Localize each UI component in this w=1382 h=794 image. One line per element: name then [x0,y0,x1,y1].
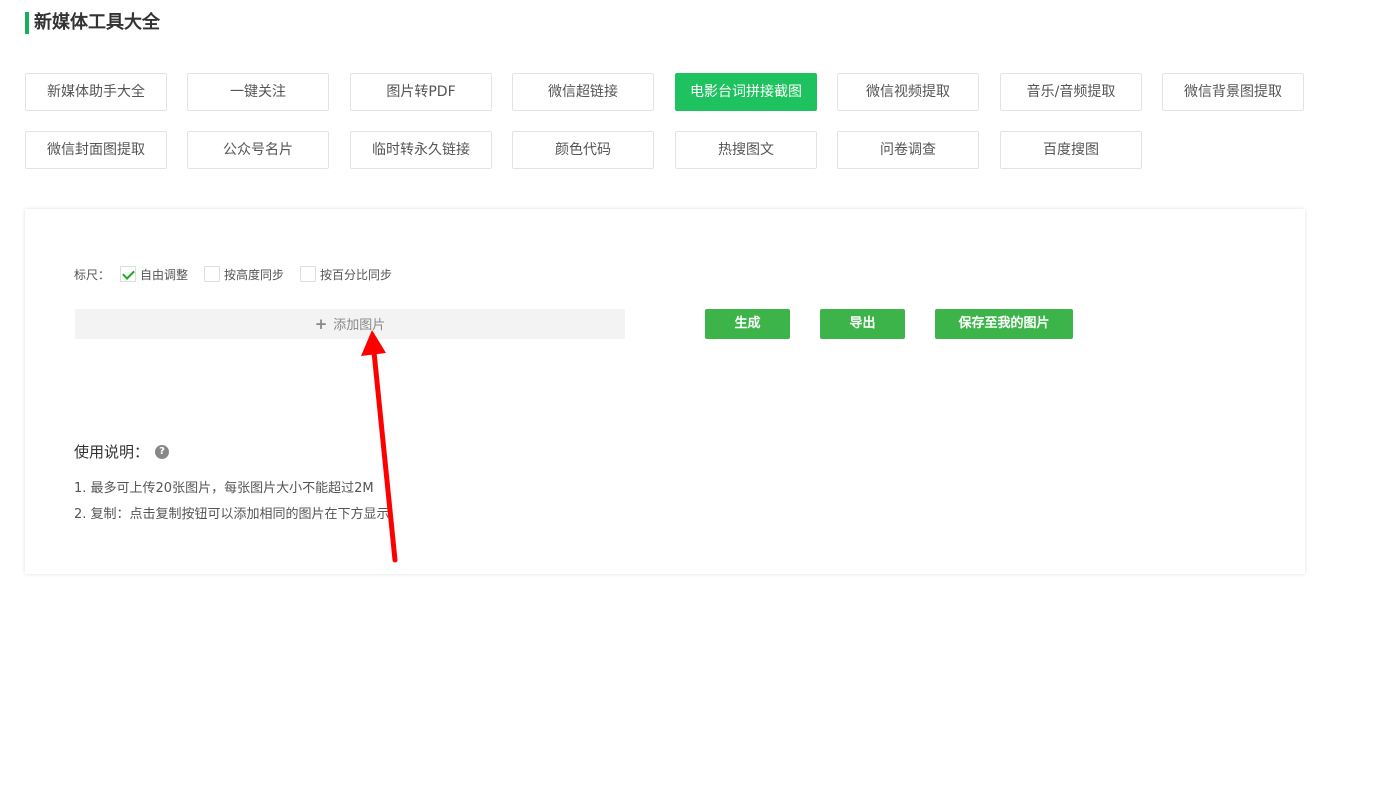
plus-icon: + [314,315,328,333]
ruler-option-height-label: 按高度同步 [224,267,285,282]
ruler-option-height[interactable]: 按高度同步 [204,266,284,283]
save-to-my-images-button[interactable]: 保存至我的图片 [935,309,1073,339]
ruler-option-percent[interactable]: 按百分比同步 [300,266,392,283]
add-image-label: 添加图片 [333,318,386,333]
tool-button-14[interactable]: 问卷调查 [837,131,979,169]
tool-button-3[interactable]: 图片转PDF [350,73,492,111]
tool-button-8[interactable]: 微信背景图提取 [1162,73,1304,111]
checkbox-height[interactable] [204,266,221,282]
tool-button-2[interactable]: 一键关注 [187,73,329,111]
checkbox-percent[interactable] [300,266,317,282]
ruler-option-free-label: 自由调整 [140,267,189,282]
tool-button-7[interactable]: 音乐/音频提取 [1000,73,1142,111]
usage-line-1: 1. 最多可上传20张图片，每张图片大小不能超过2M [74,481,374,496]
checkbox-free[interactable] [120,266,137,282]
page-title: 新媒体工具大全 [25,12,160,34]
export-button[interactable]: 导出 [820,309,905,339]
generate-button[interactable]: 生成 [705,309,790,339]
tool-button-1[interactable]: 新媒体助手大全 [25,73,167,111]
tool-button-6[interactable]: 微信视频提取 [837,73,979,111]
question-circle-icon[interactable]: ? [155,444,170,459]
ruler-label: 标尺： [74,267,111,282]
tool-button-11[interactable]: 临时转永久链接 [350,131,492,169]
tool-button-13[interactable]: 热搜图文 [675,131,817,169]
tool-button-10[interactable]: 公众号名片 [187,131,329,169]
ruler-option-free[interactable]: 自由调整 [120,266,188,283]
tool-button-9[interactable]: 微信封面图提取 [25,131,167,169]
tool-button-15[interactable]: 百度搜图 [1000,131,1142,169]
tool-card: 标尺： 自由调整 按高度同步 按百分比同步 + 添加图片 生成 导出 保存至我的图… [25,209,1305,574]
usage-title-text: 使用说明： [74,443,150,461]
tool-button-12[interactable]: 颜色代码 [512,131,654,169]
ruler-option-percent-label: 按百分比同步 [320,267,393,282]
add-image-button[interactable]: + 添加图片 [75,309,625,339]
tool-button-5[interactable]: 电影台词拼接截图 [675,73,817,111]
usage-title: 使用说明： ? [74,441,170,462]
usage-line-2: 2. 复制：点击复制按钮可以添加相同的图片在下方显示 [74,507,390,522]
tool-button-4[interactable]: 微信超链接 [512,73,654,111]
ruler-options: 标尺： 自由调整 按高度同步 按百分比同步 [74,265,408,283]
